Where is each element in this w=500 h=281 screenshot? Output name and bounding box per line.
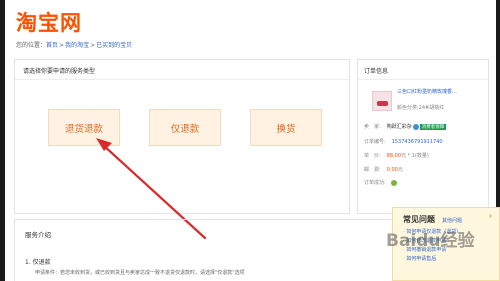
faq-item[interactable]: 如何申请仅退款（退货） — [403, 228, 461, 237]
faq-popup: 常见问题 其他问题 × 如何申请仅退款（退货） 如何修改退款申请 如何撤销退款申… — [392, 207, 500, 281]
product-attribute: 颜色分类:24#胡桃红 — [397, 105, 445, 111]
service-panel-heading: 请选择你要申请的服务类型 — [15, 60, 349, 80]
status-icon — [390, 179, 397, 186]
service-intro-heading: 服务介绍 — [25, 231, 51, 239]
window-frame-left — [0, 0, 5, 281]
product-name-link[interactable]: 三色口红粉墨奶精玫瑰香… — [397, 89, 487, 96]
wangwang-chat-icon[interactable] — [412, 123, 419, 130]
order-info-panel: 订单信息 三色口红粉墨奶精玫瑰香… 颜色分类:24#胡桃红 卖 家: 陶跃汇彩杂 消… — [357, 59, 489, 214]
order-info-heading: 订单信息 — [358, 60, 488, 80]
breadcrumb-separator: > — [90, 42, 96, 49]
refund-only-button[interactable]: 仅退款 — [149, 109, 221, 146]
intro-section-title: 1. 仅退款 — [25, 259, 51, 266]
consumer-protection-badge: 消费者保障 — [419, 123, 447, 130]
faq-item[interactable]: 如何修改退款申请 — [403, 237, 461, 246]
faq-more-link[interactable]: 其他问题 — [442, 217, 462, 224]
order-number-label: 订单编号: — [364, 139, 386, 145]
price-value: 88.00 — [386, 153, 402, 159]
faq-item[interactable]: 如何申请售后 — [403, 255, 461, 264]
shipping-label: 邮 费: — [364, 167, 381, 173]
price-label: 单 价: — [364, 153, 381, 159]
breadcrumb-prefix: 您的位置： — [16, 42, 47, 49]
breadcrumb: 您的位置：首页>我的淘宝>已买到的宝贝 — [16, 40, 132, 49]
seller-label: 卖 家: — [364, 124, 381, 130]
exchange-button[interactable]: 换货 — [250, 109, 322, 146]
price-unit: 元 * 1(数量) — [401, 153, 429, 159]
shipping-value: 0.00 — [386, 167, 398, 173]
close-icon[interactable]: × — [488, 213, 493, 220]
price-row: 单 价: 88.00元 * 1(数量) — [364, 152, 429, 159]
order-time-label: 订单成功: — [364, 180, 386, 186]
breadcrumb-home-link[interactable]: 首页 — [46, 42, 58, 49]
breadcrumb-separator: > — [59, 42, 65, 49]
faq-list: 如何申请仅退款（退货） 如何修改退款申请 如何撤销退款申请 如何申请售后 — [403, 228, 461, 264]
shipping-unit: 元 — [397, 167, 403, 173]
faq-title: 常见问题 — [403, 215, 435, 224]
taobao-logo[interactable]: 淘宝网 — [16, 7, 82, 37]
intro-condition-text: 申请条件：若您未收到货，或已收到货且与卖家达成一致不退货仅退款时，请选择"仅退款… — [35, 270, 245, 276]
faq-item[interactable]: 如何撤销退款申请 — [403, 246, 461, 255]
service-type-panel: 请选择你要申请的服务类型 退货退款 仅退款 换货 — [14, 59, 350, 214]
order-number-link[interactable]: 1537436791911740 — [392, 139, 443, 145]
order-number-row: 订单编号: 1537436791911740 — [364, 138, 443, 145]
breadcrumb-my-taobao-link[interactable]: 我的淘宝 — [65, 42, 89, 49]
seller-row: 卖 家: 陶跃汇彩杂 消费者保障 — [364, 123, 447, 130]
breadcrumb-purchased-link[interactable]: 已买到的宝贝 — [96, 42, 132, 49]
shipping-row: 邮 费: 0.00元 — [364, 166, 403, 173]
seller-name[interactable]: 陶跃汇彩杂 — [387, 124, 412, 130]
order-time-row: 订单成功: — [364, 179, 397, 186]
product-thumbnail[interactable] — [372, 91, 392, 111]
return-and-refund-button[interactable]: 退货退款 — [48, 109, 120, 146]
